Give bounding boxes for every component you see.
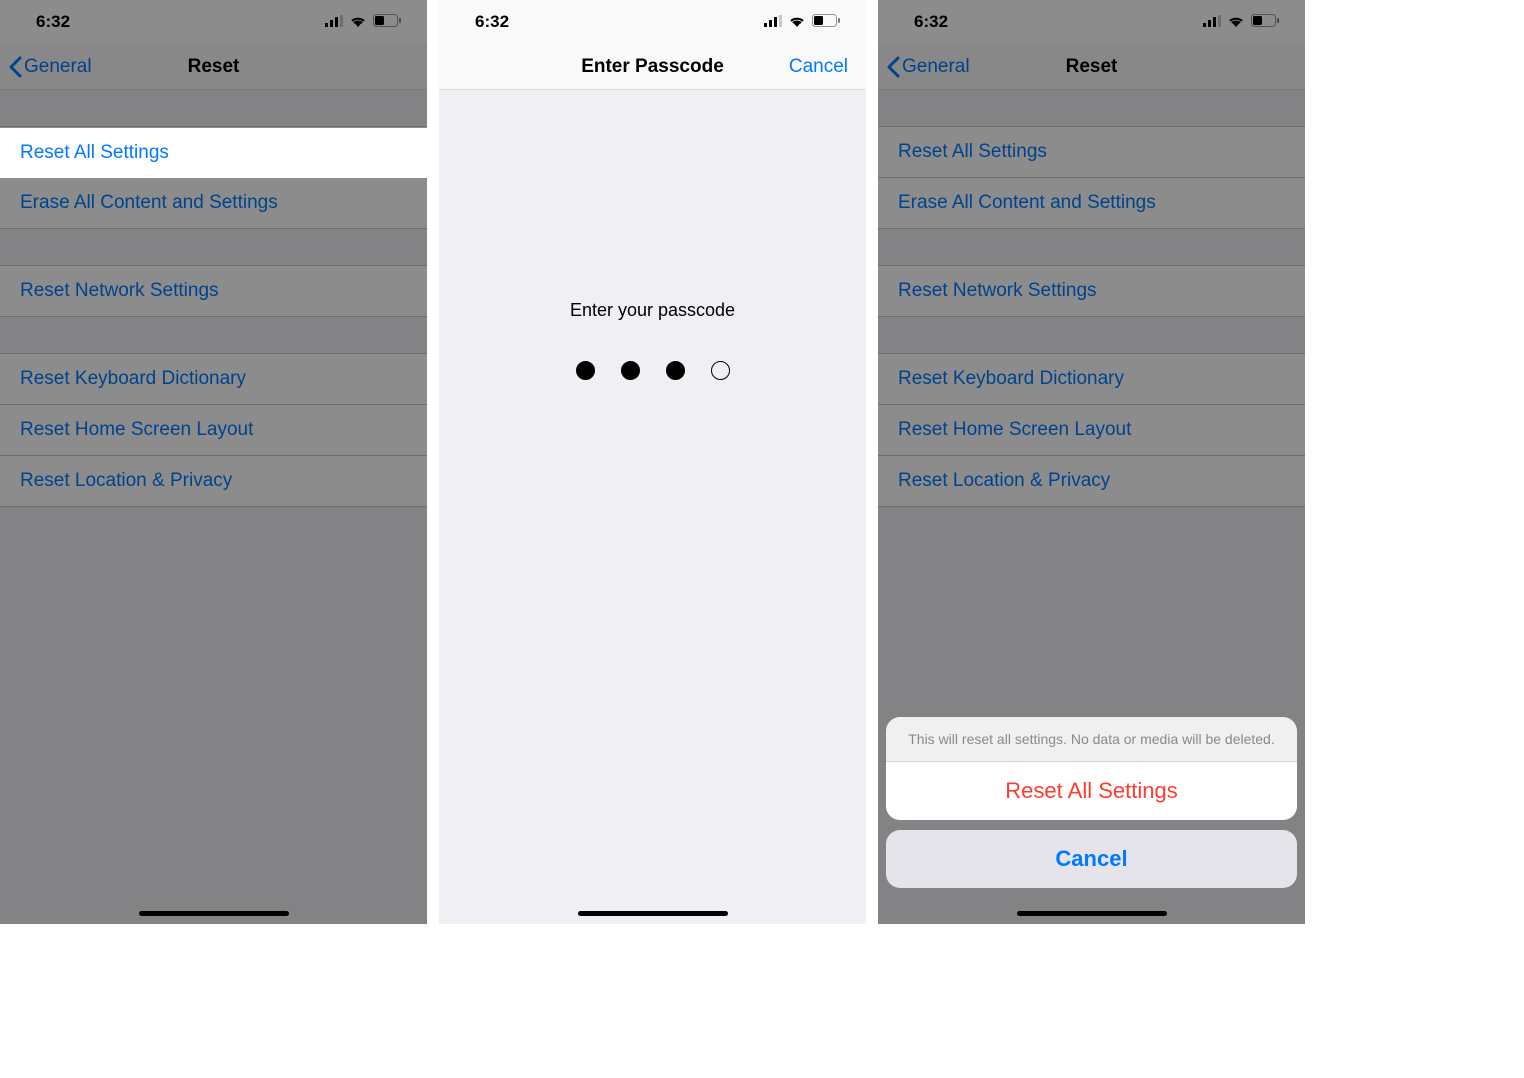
status-time: 6:32 <box>36 12 70 32</box>
back-label: General <box>902 56 970 78</box>
status-time: 6:32 <box>914 12 948 32</box>
cellular-icon <box>764 12 782 32</box>
passcode-dot <box>576 361 595 380</box>
passcode-body: Enter your passcode <box>439 90 866 924</box>
back-label: General <box>24 56 92 78</box>
status-bar: 6:32 <box>439 0 866 44</box>
status-icons <box>325 12 401 32</box>
back-button[interactable]: General <box>8 56 92 78</box>
status-time: 6:32 <box>475 12 509 32</box>
cell-reset-all-highlight[interactable]: Reset All Settings <box>0 128 427 178</box>
chevron-left-icon <box>8 56 22 78</box>
wifi-icon <box>1227 12 1245 32</box>
cellular-icon <box>1203 12 1221 32</box>
screen-reset-confirm: 6:32 General Reset Reset All Settings Er… <box>878 0 1305 924</box>
status-icons <box>764 12 840 32</box>
status-bar: 6:32 <box>878 0 1305 44</box>
sheet-cancel-button[interactable]: Cancel <box>886 830 1297 888</box>
battery-icon <box>373 12 401 32</box>
screen-passcode: 6:32 Enter Passcode Cancel Enter your pa… <box>439 0 866 924</box>
cellular-icon <box>325 12 343 32</box>
cell-reset-network[interactable]: Reset Network Settings <box>0 265 427 317</box>
reset-list: Reset All Settings Erase All Content and… <box>0 90 427 924</box>
wifi-icon <box>349 12 367 32</box>
status-bar: 6:32 <box>0 0 427 44</box>
cell-reset-keyboard[interactable]: Reset Keyboard Dictionary <box>878 353 1305 405</box>
sheet-group: This will reset all settings. No data or… <box>886 717 1297 820</box>
cell-reset-keyboard[interactable]: Reset Keyboard Dictionary <box>0 353 427 405</box>
cell-reset-all[interactable]: Reset All Settings <box>878 126 1305 178</box>
cell-reset-home[interactable]: Reset Home Screen Layout <box>878 405 1305 456</box>
wifi-icon <box>788 12 806 32</box>
battery-icon <box>812 12 840 32</box>
screen-reset-list: 6:32 General Reset Reset All Settings Er… <box>0 0 427 924</box>
passcode-prompt: Enter your passcode <box>570 300 735 321</box>
cell-erase-all[interactable]: Erase All Content and Settings <box>0 178 427 229</box>
action-sheet: This will reset all settings. No data or… <box>886 717 1297 888</box>
cell-erase-all[interactable]: Erase All Content and Settings <box>878 178 1305 229</box>
nav-bar: Enter Passcode Cancel <box>439 44 866 90</box>
passcode-dot <box>666 361 685 380</box>
cell-reset-network[interactable]: Reset Network Settings <box>878 265 1305 317</box>
cell-reset-location[interactable]: Reset Location & Privacy <box>878 456 1305 507</box>
cancel-button[interactable]: Cancel <box>789 56 848 78</box>
passcode-dots <box>576 361 730 380</box>
cell-reset-home[interactable]: Reset Home Screen Layout <box>0 405 427 456</box>
home-indicator[interactable] <box>578 911 728 916</box>
nav-bar: General Reset <box>878 44 1305 90</box>
chevron-left-icon <box>886 56 900 78</box>
home-indicator[interactable] <box>139 911 289 916</box>
sheet-message: This will reset all settings. No data or… <box>886 717 1297 762</box>
battery-icon <box>1251 12 1279 32</box>
nav-bar: General Reset <box>0 44 427 90</box>
back-button[interactable]: General <box>886 56 970 78</box>
status-icons <box>1203 12 1279 32</box>
home-indicator[interactable] <box>1017 911 1167 916</box>
cell-reset-location[interactable]: Reset Location & Privacy <box>0 456 427 507</box>
sheet-confirm-button[interactable]: Reset All Settings <box>886 762 1297 820</box>
passcode-dot <box>711 361 730 380</box>
passcode-dot <box>621 361 640 380</box>
highlighted-cell-wrap: Reset All Settings <box>0 128 427 178</box>
